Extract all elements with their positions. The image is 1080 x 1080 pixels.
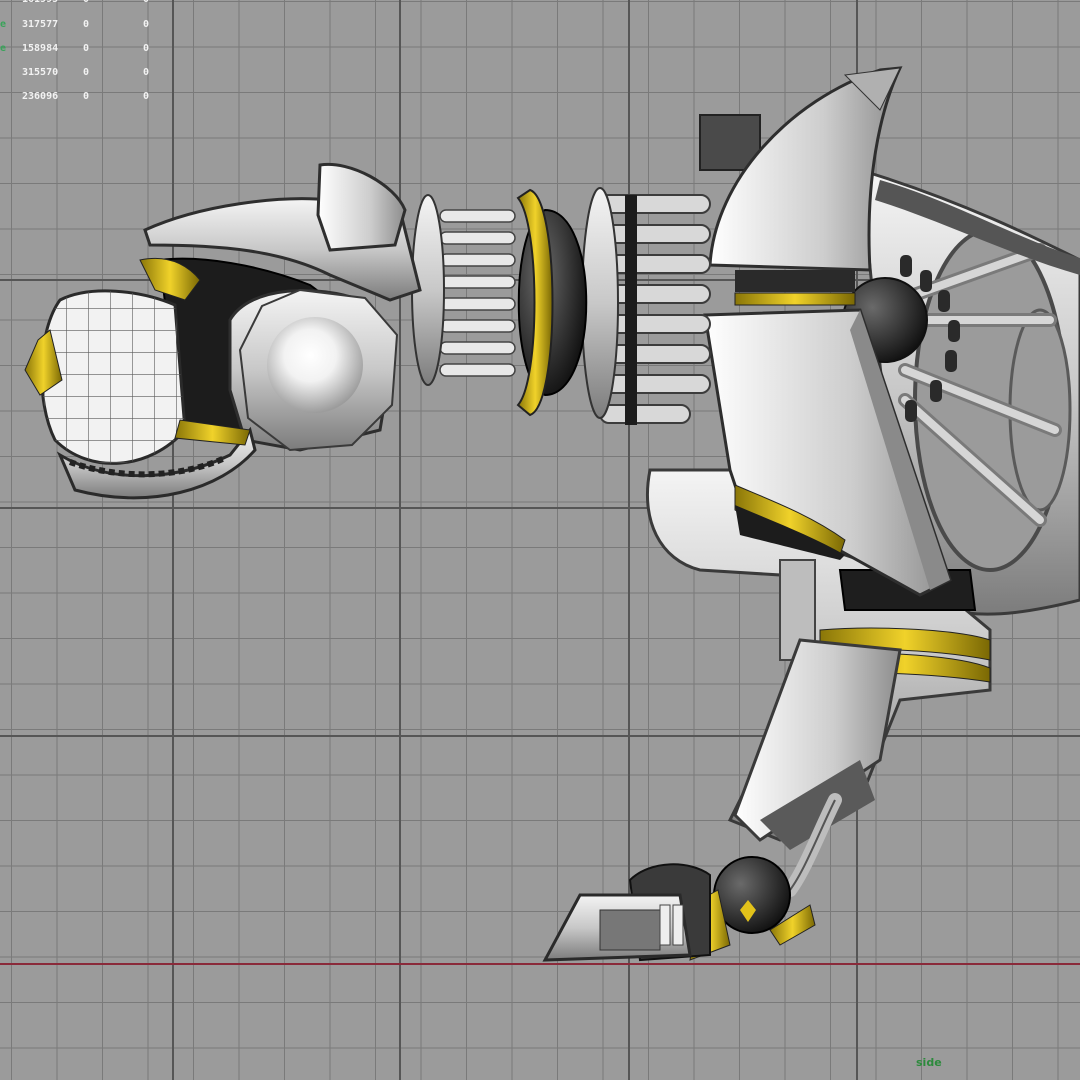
hud-row: 315570 0 0	[0, 67, 170, 81]
hud-value: 0	[83, 91, 90, 102]
hud-value: 158984	[22, 43, 59, 54]
hud-value: 0	[143, 43, 150, 54]
hud-value: 236096	[22, 91, 59, 102]
hud-value: 0	[143, 91, 150, 102]
hud-row: 236096 0 0	[0, 91, 170, 105]
hud-value: 0	[83, 19, 90, 30]
head	[24, 162, 422, 500]
hud-value: 0	[143, 19, 150, 30]
hud-value: 0	[83, 67, 90, 78]
hud-value: 161595	[22, 0, 58, 5]
hud-value: 0	[83, 0, 89, 5]
hud-value: 315570	[22, 67, 59, 78]
robot-panther-model[interactable]	[0, 0, 1080, 1080]
hud-value: 0	[143, 67, 150, 78]
neck	[411, 187, 711, 425]
hud-row-tick: e	[0, 43, 7, 54]
hud-value: 0	[143, 0, 149, 5]
hud-value: 317577	[22, 19, 59, 30]
hud-value: 0	[83, 43, 90, 54]
hud-row: e 317577 0 0	[0, 19, 170, 33]
hud-row: e 158984 0 0	[0, 43, 170, 57]
hud-row: 161595 0 0	[0, 0, 170, 8]
camera-view-label: side	[916, 1056, 942, 1069]
hud-row-tick: e	[0, 19, 7, 30]
side-viewport[interactable]: 161595 0 0 e 317577 0 0 e 158984 0 0 315…	[0, 0, 1080, 1080]
